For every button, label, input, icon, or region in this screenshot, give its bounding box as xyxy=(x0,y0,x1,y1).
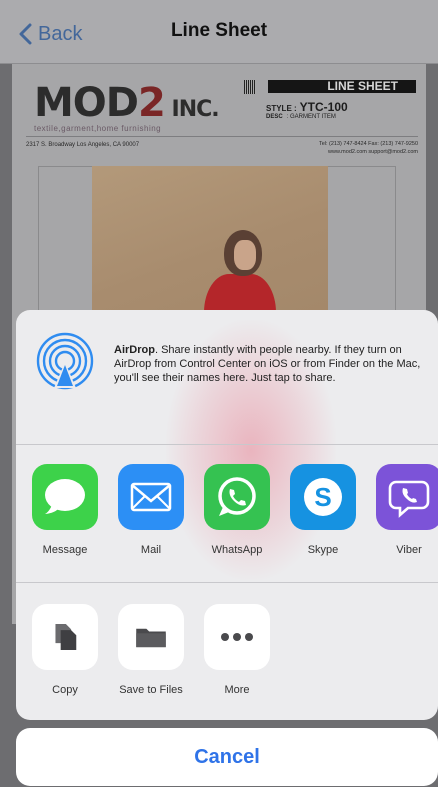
company-logo: MOD2 INC. xyxy=(34,80,220,126)
style-row: STYLE : YTC-100 xyxy=(266,100,348,114)
share-app-message[interactable]: Message xyxy=(22,464,108,556)
desc-row: DESC: GARMENT ITEM xyxy=(266,114,336,120)
action-save-to-files[interactable]: Save to Files xyxy=(108,604,194,696)
company-tagline: textile,garment,home furnishing xyxy=(34,124,162,133)
company-address: 2317 S. Broadway Los Angeles, CA 90007 xyxy=(26,142,140,148)
share-app-mail[interactable]: Mail xyxy=(108,464,194,556)
airdrop-section[interactable]: AirDrop. Share instantly with people nea… xyxy=(16,310,438,444)
airdrop-icon xyxy=(36,332,94,390)
app-label: Message xyxy=(42,544,88,556)
action-copy[interactable]: Copy xyxy=(22,604,108,696)
cancel-button[interactable]: Cancel xyxy=(16,728,438,786)
action-label: Save to Files xyxy=(119,684,183,696)
copy-icon xyxy=(32,604,98,670)
qr-code-icon xyxy=(244,80,256,94)
share-sheet: AirDrop. Share instantly with people nea… xyxy=(16,310,438,720)
airdrop-description: AirDrop. Share instantly with people nea… xyxy=(114,344,421,384)
navigation-bar: Back Line Sheet xyxy=(0,0,438,64)
share-app-skype[interactable]: S Skype xyxy=(280,464,366,556)
divider xyxy=(16,582,438,583)
action-label: More xyxy=(224,684,250,696)
svg-text:S: S xyxy=(314,482,331,512)
more-icon xyxy=(204,604,270,670)
page-title: Line Sheet xyxy=(170,20,268,41)
app-label: Viber xyxy=(396,544,422,556)
action-more[interactable]: More xyxy=(194,604,280,696)
app-label: Skype xyxy=(307,544,339,556)
folder-icon xyxy=(118,604,184,670)
share-app-viber[interactable]: Viber xyxy=(366,464,438,556)
share-app-whatsapp[interactable]: WhatsApp xyxy=(194,464,280,556)
action-label: Copy xyxy=(52,684,78,696)
company-contact: Tel: (213) 747-8424 Fax: (213) 747-9250 … xyxy=(318,141,418,155)
message-icon xyxy=(32,464,98,530)
viber-icon xyxy=(376,464,438,530)
mail-icon xyxy=(118,464,184,530)
divider xyxy=(26,136,418,137)
app-label: Mail xyxy=(140,544,162,556)
divider xyxy=(16,444,438,445)
skype-icon: S xyxy=(290,464,356,530)
whatsapp-icon xyxy=(204,464,270,530)
line-sheet-label: LINE SHEET xyxy=(268,80,416,93)
app-label: WhatsApp xyxy=(211,544,263,556)
